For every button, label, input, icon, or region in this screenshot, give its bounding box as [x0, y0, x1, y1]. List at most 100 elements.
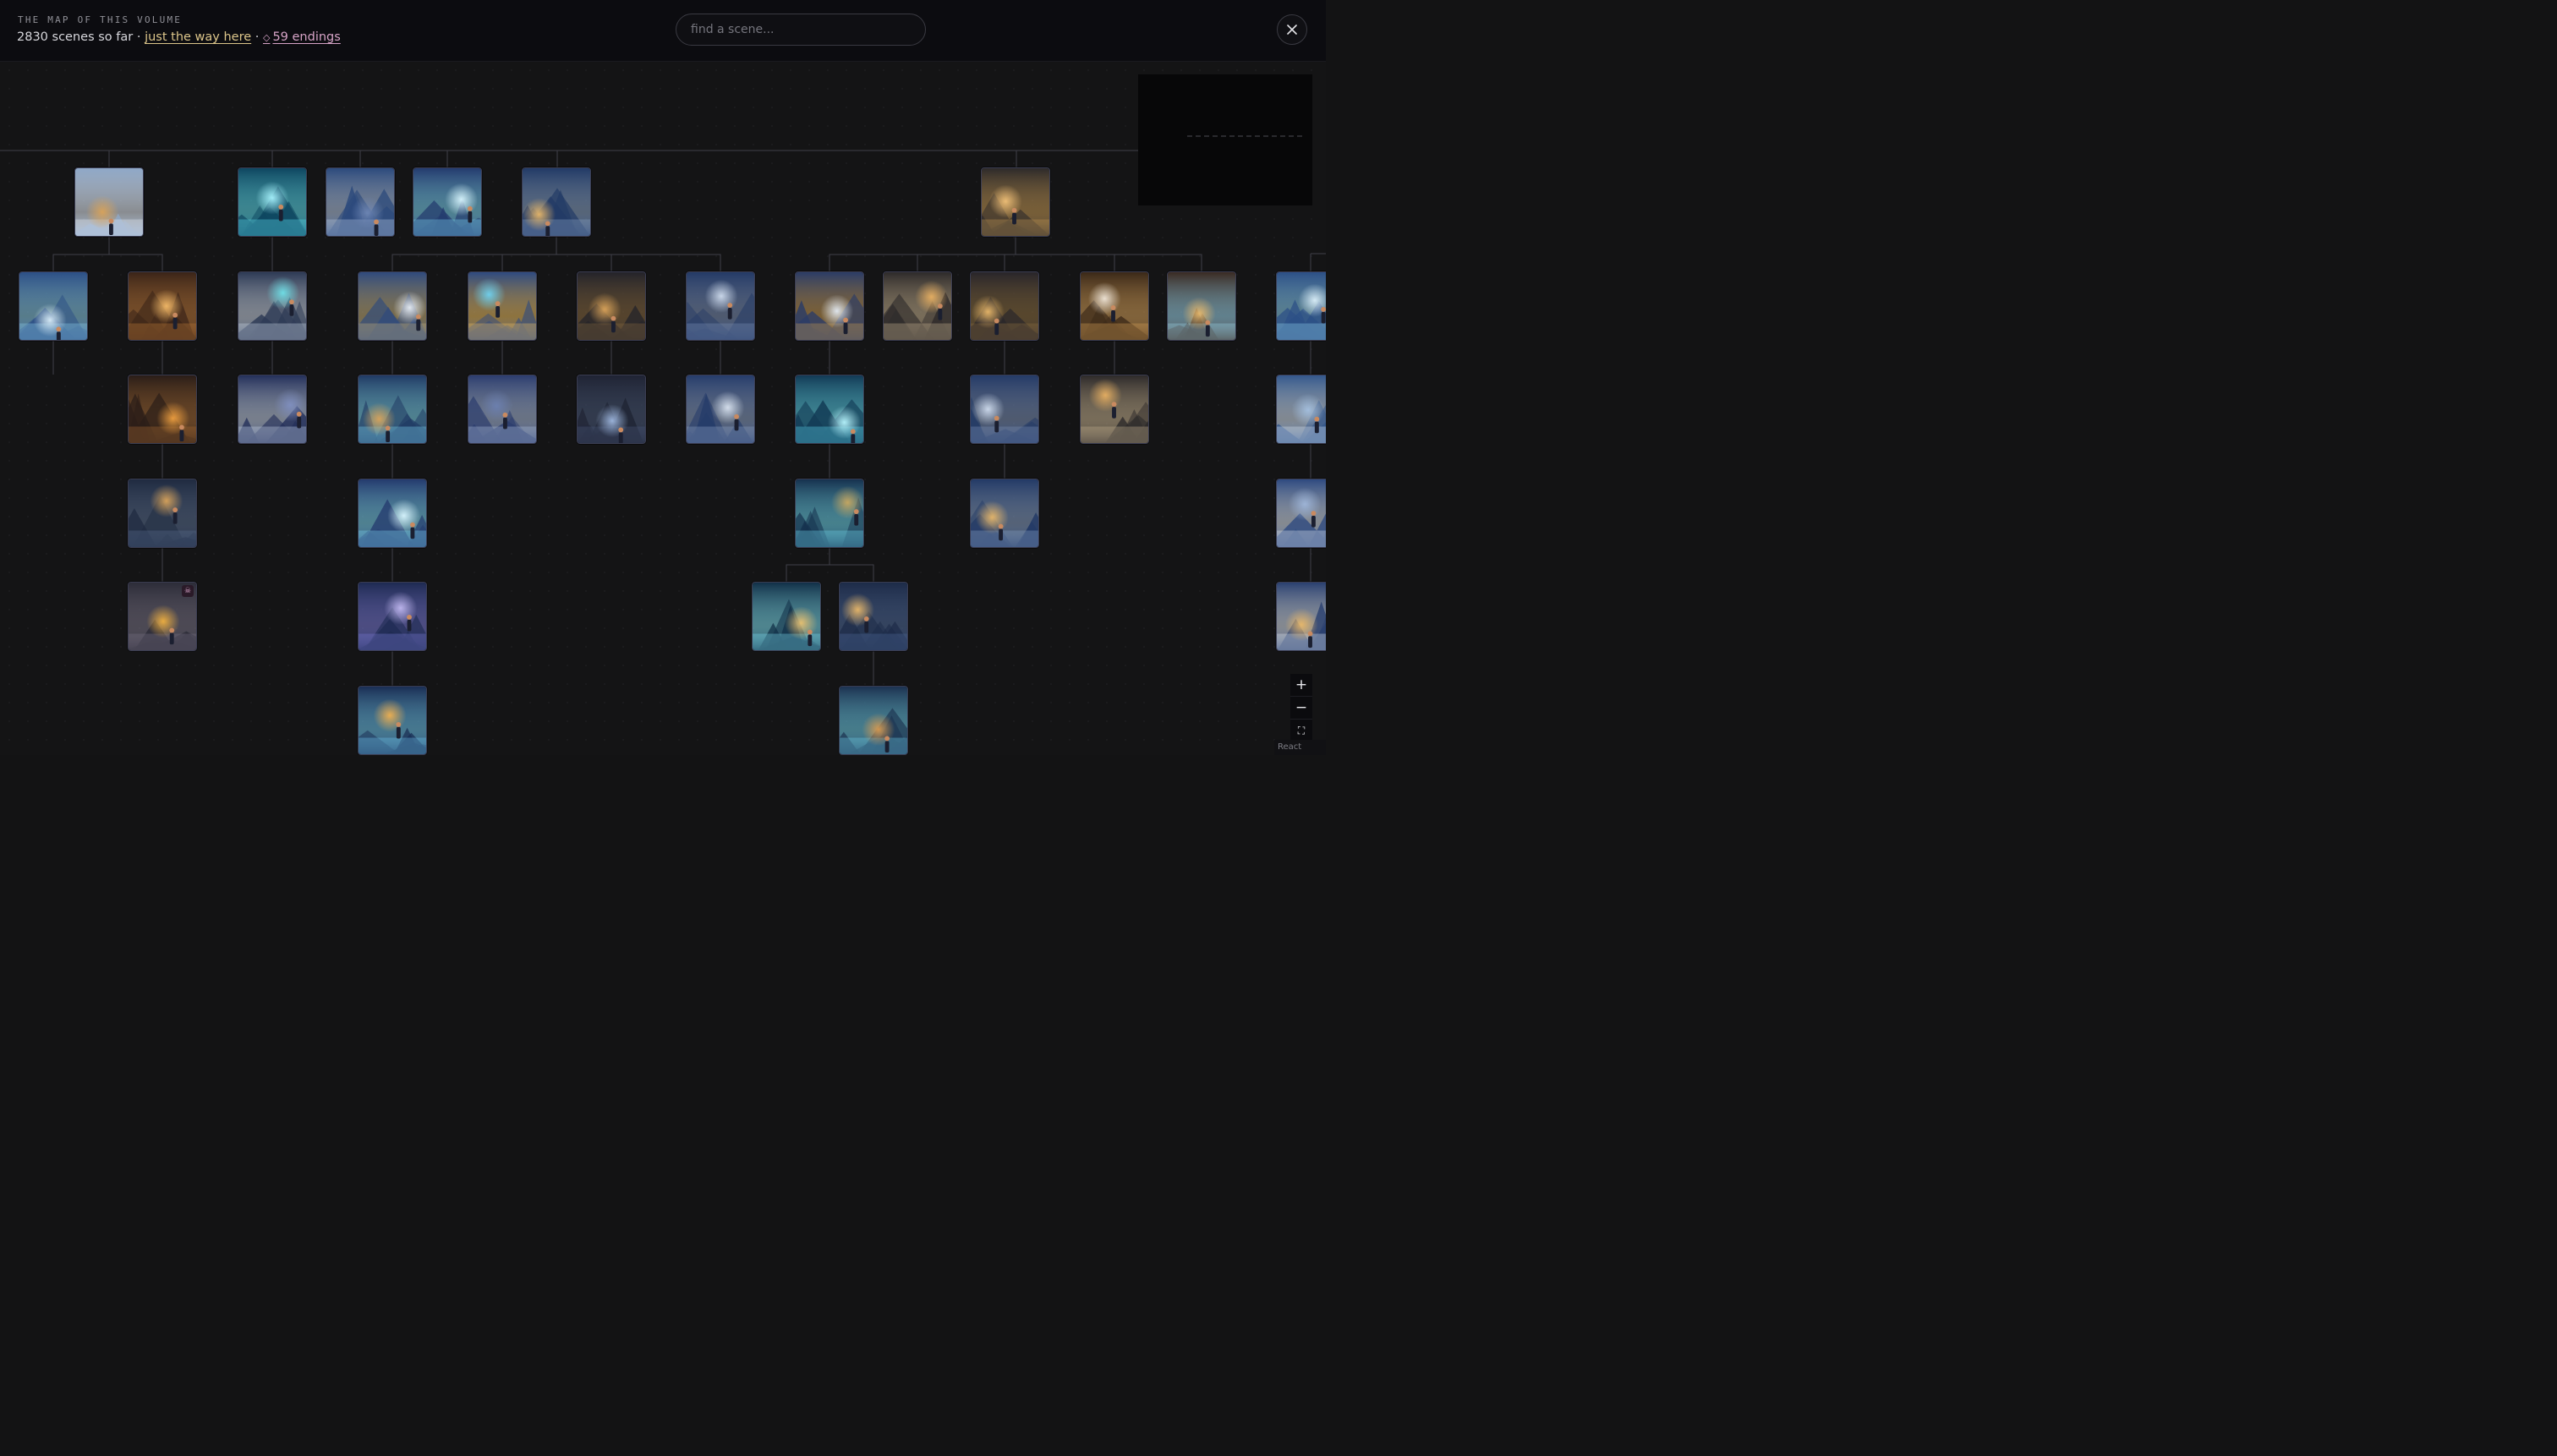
scene-node[interactable]: [522, 167, 591, 237]
scene-node[interactable]: [970, 375, 1039, 444]
edge: [556, 237, 721, 271]
scene-node[interactable]: [238, 167, 307, 237]
scene-node[interactable]: [1276, 271, 1326, 341]
react-flow-attribution[interactable]: React Flow: [1274, 740, 1326, 755]
scene-node[interactable]: [752, 582, 821, 651]
scene-node[interactable]: [358, 479, 427, 548]
scene-node[interactable]: [577, 271, 646, 341]
scene-node[interactable]: [1080, 375, 1149, 444]
zoom-in-button[interactable]: +: [1290, 674, 1312, 697]
scene-node[interactable]: [128, 375, 197, 444]
scene-thumbnail: [359, 272, 426, 340]
scene-thumbnail: [1277, 272, 1326, 340]
scene-node[interactable]: [468, 375, 537, 444]
scene-thumbnail: [578, 375, 645, 443]
scene-node[interactable]: [686, 271, 755, 341]
scene-thumbnail: [359, 479, 426, 547]
separator: ·: [136, 30, 141, 44]
edge: [1015, 237, 1202, 271]
scene-thumbnail: [326, 168, 394, 236]
scene-node[interactable]: [468, 271, 537, 341]
scene-thumbnail: [1277, 583, 1326, 650]
scene-thumbnail: [687, 375, 754, 443]
scene-node[interactable]: [981, 167, 1050, 237]
scene-thumbnail: [1081, 375, 1148, 443]
scene-thumbnail: [238, 375, 306, 443]
close-icon: [1287, 25, 1297, 35]
scene-thumbnail: [1081, 272, 1148, 340]
scene-thumbnail: [129, 479, 196, 547]
scene-thumbnail: [359, 583, 426, 650]
scene-node[interactable]: [358, 582, 427, 651]
scene-thumbnail: [19, 272, 87, 340]
scene-thumbnail: [796, 272, 863, 340]
scene-node[interactable]: [326, 167, 395, 237]
scene-thumbnail: [75, 168, 143, 236]
scene-search-input[interactable]: [676, 14, 926, 46]
scene-node[interactable]: [970, 271, 1039, 341]
scene-thumbnail: [359, 375, 426, 443]
scene-node[interactable]: [686, 375, 755, 444]
scene-thumbnail: [796, 479, 863, 547]
scene-node[interactable]: [795, 375, 864, 444]
scene-node[interactable]: [238, 375, 307, 444]
map-header: THE MAP OF THIS VOLUME 2830 scenes so fa…: [0, 0, 1326, 62]
scene-thumbnail: [982, 168, 1049, 236]
edge: [108, 237, 163, 271]
scene-node[interactable]: [358, 271, 427, 341]
scene-thumbnail: [971, 479, 1038, 547]
map-eyebrow: THE MAP OF THIS VOLUME: [18, 14, 183, 25]
path-link[interactable]: just the way here: [145, 30, 251, 44]
edge: [829, 548, 874, 582]
flow-controls: + − ⛶: [1290, 674, 1312, 742]
scene-node[interactable]: [839, 582, 908, 651]
scene-node[interactable]: [577, 375, 646, 444]
separator: ·: [255, 30, 260, 44]
map-stats: 2830 scenes so far · just the way here ·…: [17, 30, 341, 44]
scene-thumbnail: [238, 168, 306, 236]
scene-node[interactable]: [970, 479, 1039, 548]
scene-node[interactable]: [128, 271, 197, 341]
close-button[interactable]: [1277, 14, 1307, 45]
scene-node[interactable]: [128, 479, 197, 548]
scene-node[interactable]: [795, 479, 864, 548]
edge: [917, 237, 1016, 271]
zoom-out-button[interactable]: −: [1290, 697, 1312, 720]
stage: ☠ THE MAP OF THIS VOLUME 2830 scenes so …: [0, 0, 1326, 755]
edge: [1004, 237, 1016, 271]
edge: [501, 237, 557, 271]
scene-node[interactable]: [795, 271, 864, 341]
scene-thumbnail: [468, 272, 536, 340]
endings-count: 59 endings: [272, 30, 341, 44]
scene-node[interactable]: [413, 167, 482, 237]
edge: [52, 237, 110, 271]
scene-node[interactable]: [1276, 375, 1326, 444]
scene-node[interactable]: [74, 167, 144, 237]
scene-thumbnail: [129, 375, 196, 443]
minimap[interactable]: [1138, 74, 1312, 205]
scene-node[interactable]: [1080, 271, 1149, 341]
scene-thumbnail: [840, 583, 907, 650]
edge: [786, 548, 830, 582]
ending-skull-icon: ☠: [182, 585, 194, 597]
scene-thumbnail: [359, 687, 426, 754]
scene-node[interactable]: [238, 271, 307, 341]
scene-node[interactable]: [1276, 479, 1326, 548]
scene-node[interactable]: [19, 271, 88, 341]
scene-node[interactable]: [883, 271, 952, 341]
scene-node[interactable]: ☠: [128, 582, 197, 651]
diamond-icon: ◇: [262, 32, 271, 43]
scene-node[interactable]: [839, 686, 908, 755]
fit-view-button[interactable]: ⛶: [1290, 720, 1312, 742]
scene-count: 2830 scenes so far: [17, 30, 134, 44]
scene-thumbnail: [129, 272, 196, 340]
scene-node[interactable]: [1167, 271, 1236, 341]
scene-thumbnail: [238, 272, 306, 340]
scene-thumbnail: [971, 375, 1038, 443]
endings-link[interactable]: ◇ 59 endings: [263, 30, 341, 44]
scene-node[interactable]: [1276, 582, 1326, 651]
scene-thumbnail: [578, 272, 645, 340]
scene-node[interactable]: [358, 686, 427, 755]
scene-node[interactable]: [358, 375, 427, 444]
scene-thumbnail: [753, 583, 820, 650]
